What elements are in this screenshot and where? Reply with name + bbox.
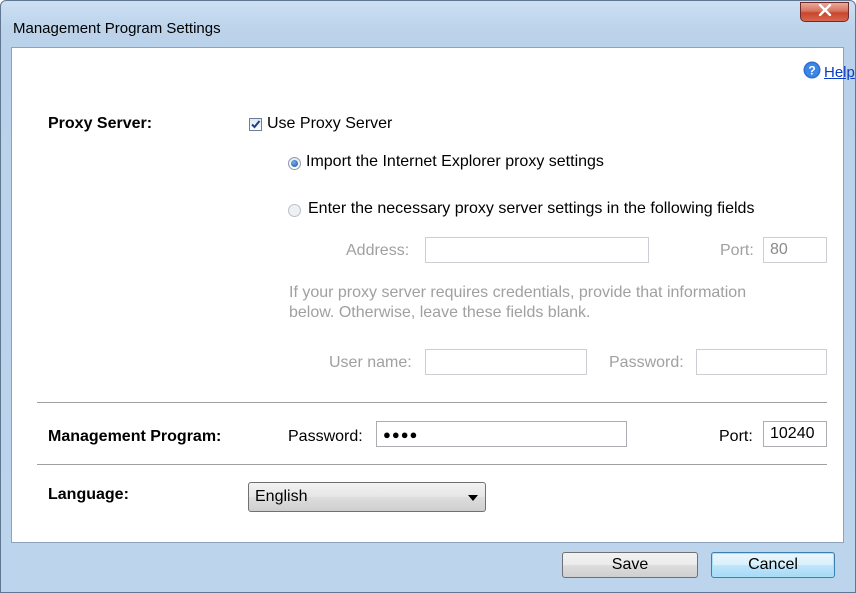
- management-port-label: Port:: [719, 428, 753, 445]
- cancel-button[interactable]: Cancel: [711, 552, 835, 578]
- proxy-password-input[interactable]: [696, 349, 827, 375]
- proxy-port-label: Port:: [720, 242, 754, 259]
- divider: [37, 464, 827, 465]
- divider: [37, 402, 827, 403]
- address-label: Address:: [346, 242, 410, 259]
- dialog-window: Management Program Settings ? Help Proxy…: [0, 0, 856, 593]
- management-password-input[interactable]: ●●●●: [376, 421, 627, 447]
- language-section-label: Language:: [48, 486, 129, 503]
- window-title: Management Program Settings: [13, 20, 221, 37]
- management-password-label: Password:: [288, 428, 363, 445]
- svg-text:?: ?: [808, 64, 815, 78]
- proxy-username-label: User name:: [329, 354, 412, 371]
- save-button[interactable]: Save: [562, 552, 698, 578]
- manual-proxy-label: Enter the necessary proxy server setting…: [308, 200, 755, 217]
- language-select[interactable]: English: [248, 482, 486, 512]
- use-proxy-label: Use Proxy Server: [267, 115, 393, 132]
- language-selected-value: English: [255, 488, 308, 505]
- proxy-password-label: Password:: [609, 354, 684, 371]
- proxy-port-input[interactable]: 80: [763, 237, 827, 263]
- proxy-section-label: Proxy Server:: [48, 115, 153, 132]
- use-proxy-checkbox[interactable]: [249, 118, 262, 131]
- help-label: Help: [824, 63, 855, 81]
- close-button[interactable]: [800, 2, 849, 22]
- import-ie-radio[interactable]: [288, 157, 301, 170]
- help-icon: ?: [803, 61, 821, 83]
- proxy-username-input[interactable]: [425, 349, 587, 375]
- close-icon: [818, 3, 832, 21]
- radio-selected-dot: [291, 160, 298, 167]
- credentials-note-line2: below. Otherwise, leave these fields bla…: [289, 304, 591, 321]
- import-ie-label: Import the Internet Explorer proxy setti…: [306, 153, 604, 170]
- management-section-label: Management Program:: [48, 428, 222, 445]
- chevron-down-icon: [468, 495, 478, 501]
- manual-proxy-radio[interactable]: [288, 204, 301, 217]
- address-input[interactable]: [425, 237, 649, 263]
- help-link[interactable]: ? Help: [803, 61, 855, 83]
- title-bar[interactable]: Management Program Settings: [1, 1, 855, 41]
- credentials-note-line1: If your proxy server requires credential…: [289, 284, 747, 301]
- management-port-input[interactable]: 10240: [763, 421, 827, 447]
